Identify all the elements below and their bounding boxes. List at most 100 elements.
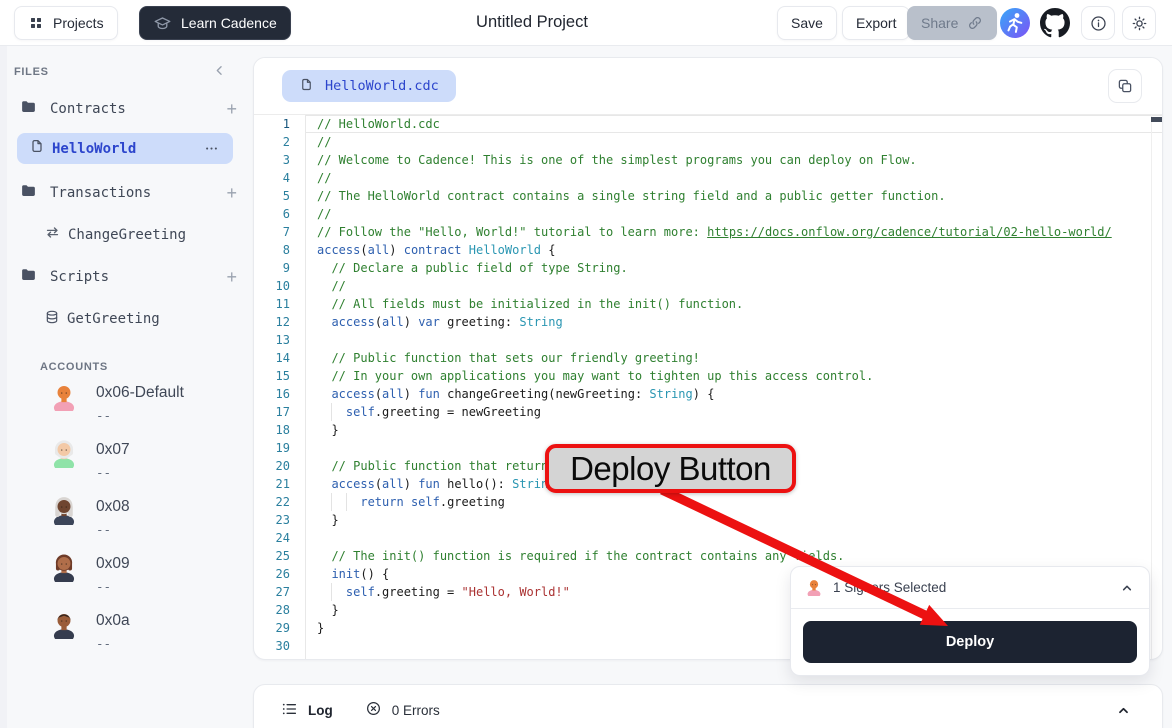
scrollbar-track[interactable]: [1151, 115, 1152, 659]
learn-cadence-label: Learn Cadence: [181, 15, 277, 31]
sidebar-item-changegreeting[interactable]: ChangeGreeting: [17, 222, 233, 248]
code-line: [306, 331, 1162, 349]
tab-helloworld-cdc[interactable]: HelloWorld.cdc: [282, 70, 456, 102]
folder-icon: [20, 98, 37, 120]
code-line: // In your own applications you may want…: [306, 367, 1162, 385]
learn-cadence-button[interactable]: Learn Cadence: [139, 6, 291, 40]
folder-contracts[interactable]: Contracts +: [14, 97, 239, 121]
line-number: 11: [254, 295, 305, 313]
avatar: [50, 381, 78, 429]
sidebar-item-helloworld[interactable]: HelloWorld: [17, 133, 233, 164]
plus-icon[interactable]: +: [224, 100, 239, 118]
log-label: Log: [308, 703, 333, 718]
code-line: //: [306, 133, 1162, 151]
ellipsis-icon[interactable]: [202, 139, 221, 158]
code-line: // All fields must be initialized in the…: [306, 295, 1162, 313]
account-0x06-default[interactable]: 0x06-Default --: [50, 381, 240, 429]
line-number: 20: [254, 457, 305, 475]
chevron-up-icon[interactable]: [1119, 580, 1135, 596]
line-number: 18: [254, 421, 305, 439]
scrollbar-thumb[interactable]: [1151, 117, 1162, 122]
code-line: // The HelloWorld contract contains a si…: [306, 187, 1162, 205]
account-balance: --: [96, 522, 130, 537]
plus-icon[interactable]: +: [224, 268, 239, 286]
account-0x09[interactable]: 0x09 --: [50, 552, 240, 600]
signers-panel-header[interactable]: 1 Signers Selected: [791, 567, 1149, 609]
line-number: 29: [254, 619, 305, 637]
deploy-button[interactable]: Deploy: [803, 621, 1137, 663]
code-line: [306, 529, 1162, 547]
line-number: 14: [254, 349, 305, 367]
account-balance: --: [96, 465, 130, 480]
account-0x0a[interactable]: 0x0a --: [50, 609, 240, 657]
account-balance: --: [96, 636, 130, 651]
folder-label: Contracts: [50, 101, 126, 117]
save-button[interactable]: Save: [777, 6, 837, 40]
file-label: HelloWorld: [52, 141, 136, 157]
sidebar-scroll-gutter: [0, 46, 7, 728]
accounts-section-header: ACCOUNTS: [40, 361, 108, 373]
avatar: [50, 609, 78, 657]
line-number: 4: [254, 169, 305, 187]
plus-icon[interactable]: +: [224, 184, 239, 202]
account-balance: --: [96, 579, 130, 594]
line-number: 22: [254, 493, 305, 511]
copy-icon[interactable]: [1108, 69, 1142, 103]
log-tab[interactable]: Log: [280, 700, 333, 721]
line-number: 30: [254, 637, 305, 655]
line-number: 5: [254, 187, 305, 205]
line-number: 6: [254, 205, 305, 223]
folder-label: Scripts: [50, 269, 109, 285]
signers-panel: 1 Signers Selected Deploy: [790, 566, 1150, 676]
github-icon[interactable]: [1040, 8, 1070, 38]
sidebar-item-getgreeting[interactable]: GetGreeting: [17, 306, 233, 332]
code-line: // HelloWorld.cdc: [306, 115, 1162, 133]
errors-label: 0 Errors: [392, 703, 440, 718]
transfer-arrows-icon: [44, 224, 61, 246]
line-number-gutter: 1234567891011121314151617181920212223242…: [254, 115, 306, 659]
code-line: }: [306, 511, 1162, 529]
code-line: access(all) var greeting: String: [306, 313, 1162, 331]
account-address: 0x08: [96, 495, 130, 515]
annotation-label: Deploy Button: [545, 444, 796, 493]
line-number: 21: [254, 475, 305, 493]
signer-avatar-icon: [805, 577, 823, 599]
code-line: // Welcome to Cadence! This is one of th…: [306, 151, 1162, 169]
project-title[interactable]: Untitled Project: [476, 13, 588, 32]
errors-tab[interactable]: 0 Errors: [365, 700, 440, 720]
account-0x07[interactable]: 0x07 --: [50, 438, 240, 486]
account-0x08[interactable]: 0x08 --: [50, 495, 240, 543]
code-line: // Declare a public field of type String…: [306, 259, 1162, 277]
database-icon: [44, 309, 60, 330]
account-address: 0x06-Default: [96, 381, 184, 401]
code-line: //: [306, 277, 1162, 295]
collapse-left-icon[interactable]: [208, 59, 231, 85]
code-line: // Public function that sets our friendl…: [306, 349, 1162, 367]
contract-file-icon: [29, 138, 45, 159]
flow-community-icon[interactable]: [1000, 8, 1030, 38]
code-line: }: [306, 421, 1162, 439]
log-chevron-up-icon[interactable]: [1111, 698, 1136, 723]
line-number: 24: [254, 529, 305, 547]
account-address: 0x07: [96, 438, 130, 458]
projects-button[interactable]: Projects: [14, 6, 118, 40]
line-number: 7: [254, 223, 305, 241]
sun-icon[interactable]: [1122, 6, 1156, 40]
export-label: Export: [856, 15, 896, 31]
code-line: self.greeting = newGreeting: [306, 403, 1162, 421]
line-number: 25: [254, 547, 305, 565]
line-number: 8: [254, 241, 305, 259]
folder-scripts[interactable]: Scripts +: [14, 265, 239, 289]
share-button[interactable]: Share: [907, 6, 997, 40]
folder-transactions[interactable]: Transactions +: [14, 181, 239, 205]
code-line: // Follow the "Hello, World!" tutorial t…: [306, 223, 1162, 241]
projects-label: Projects: [53, 15, 104, 31]
sidebar: FILES Contracts + HelloWorld Transaction…: [0, 46, 253, 728]
avatar: [50, 495, 78, 543]
info-icon[interactable]: [1081, 6, 1115, 40]
files-section-header: FILES: [14, 66, 49, 78]
export-button[interactable]: Export: [842, 6, 910, 40]
file-label: ChangeGreeting: [68, 227, 186, 243]
line-number: 26: [254, 565, 305, 583]
line-number: 27: [254, 583, 305, 601]
